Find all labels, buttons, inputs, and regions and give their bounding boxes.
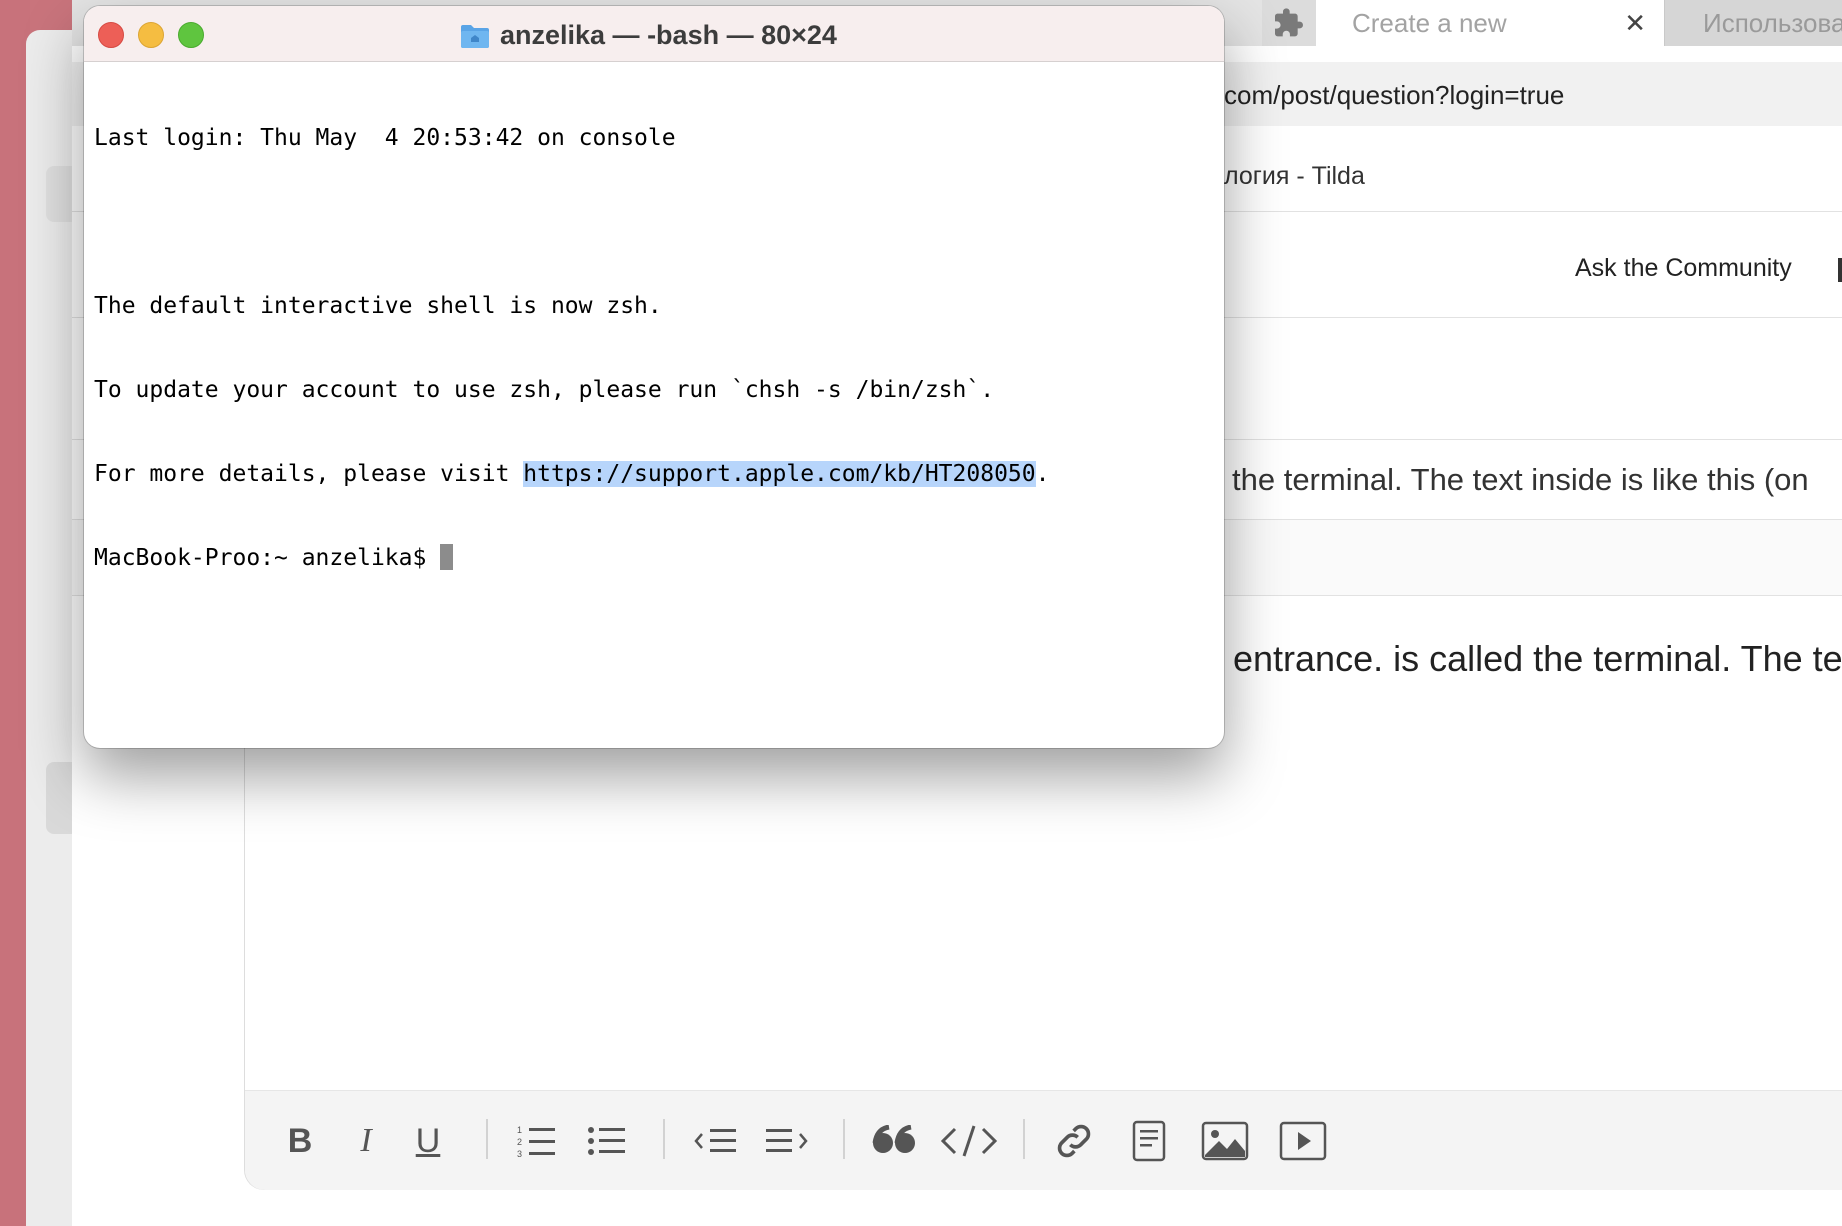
url-text: com/post/question?login=true (1224, 80, 1565, 110)
svg-text:2: 2 (517, 1137, 522, 1147)
italic-button[interactable]: I (341, 1117, 391, 1165)
visit-suffix: . (1035, 461, 1050, 487)
tab-create-new[interactable]: Create a new ✕ (1316, 0, 1664, 46)
terminal-line: The default interactive shell is now zsh… (94, 293, 662, 319)
underline-button[interactable]: U (403, 1117, 453, 1165)
close-window-button[interactable] (98, 22, 124, 48)
question-body-text: entrance. is called the terminal. The te… (1233, 638, 1842, 679)
nav-edge-mark (1838, 258, 1842, 282)
toolbar-divider (486, 1119, 488, 1159)
terminal-line: To update your account to use zsh, pleas… (94, 377, 995, 403)
tab-label: Create a new (1352, 7, 1507, 38)
shell-prompt: MacBook-Proo:~ anzelika$ (94, 545, 441, 571)
ask-community-link[interactable]: Ask the Community (1575, 254, 1792, 283)
tab-usage[interactable]: Использовани (1664, 0, 1842, 46)
svg-text:1: 1 (517, 1125, 522, 1135)
visit-prefix: For more details, please visit (94, 461, 524, 487)
code-icon[interactable] (939, 1117, 999, 1165)
support-link-selected[interactable]: https://support.apple.com/kb/HT208050 (523, 461, 1036, 487)
link-icon[interactable] (1047, 1117, 1101, 1165)
outdent-icon[interactable] (691, 1117, 741, 1165)
editor-toolbar: B I U 1 2 3 (245, 1090, 1842, 1190)
terminal-line: Last login: Thu May 4 20:53:42 on consol… (94, 125, 676, 151)
minimize-window-button[interactable] (138, 22, 164, 48)
home-folder-icon (460, 23, 490, 49)
terminal-window[interactable]: anzelika — -bash — 80×24 Last login: Thu… (84, 6, 1224, 748)
image-icon[interactable] (1195, 1117, 1255, 1165)
toolbar-divider (663, 1119, 665, 1159)
video-icon[interactable] (1273, 1117, 1333, 1165)
tab-label: Использовани (1703, 7, 1842, 38)
svg-text:3: 3 (517, 1149, 522, 1159)
text-cursor (440, 544, 454, 570)
bookmark-item[interactable]: логия - Tilda (1224, 162, 1365, 191)
toolbar-divider (1023, 1119, 1025, 1159)
indent-icon[interactable] (761, 1117, 813, 1165)
terminal-titlebar[interactable]: anzelika — -bash — 80×24 (84, 6, 1224, 62)
zoom-window-button[interactable] (178, 22, 204, 48)
document-icon[interactable] (1125, 1117, 1173, 1165)
bold-button[interactable]: B (275, 1117, 325, 1165)
tab-close-icon[interactable]: ✕ (1624, 8, 1646, 39)
terminal-line-visit: For more details, please visit https://s… (94, 460, 1214, 488)
toolbar-divider (843, 1119, 845, 1159)
extensions-puzzle-icon[interactable] (1262, 0, 1316, 46)
question-title-text: the terminal. The text inside is like th… (1232, 462, 1809, 497)
bullet-list-icon[interactable] (583, 1117, 631, 1165)
terminal-title-text: anzelika — -bash — 80×24 (500, 20, 837, 50)
quote-icon[interactable] (867, 1117, 921, 1165)
terminal-output[interactable]: Last login: Thu May 4 20:53:42 on consol… (94, 68, 1214, 628)
terminal-prompt-line[interactable]: MacBook-Proo:~ anzelika$ (94, 544, 1214, 572)
terminal-title: anzelika — -bash — 80×24 (460, 20, 837, 51)
numbered-list-icon[interactable]: 1 2 3 (513, 1117, 561, 1165)
